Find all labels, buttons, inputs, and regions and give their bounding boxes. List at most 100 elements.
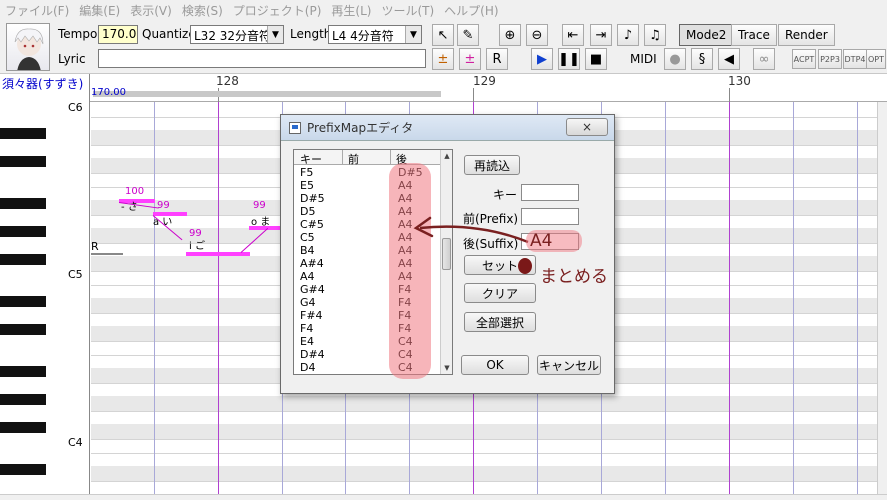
prefix-field[interactable] [521,208,579,225]
column-separator [342,150,343,165]
menu-edit[interactable]: 編集(E) [74,2,125,19]
menu-file[interactable]: ファイル(F) [0,2,74,19]
add-rest-icon[interactable]: ± [459,48,481,70]
bar-line [218,102,219,494]
key-label-c5: C5 [68,268,83,281]
cell-key: A4 [300,270,315,283]
scroll-thumb[interactable] [442,238,451,270]
horizontal-scrollbar[interactable] [0,494,887,500]
black-key[interactable] [0,464,46,475]
scroll-down-icon[interactable]: ▼ [441,362,452,374]
black-key[interactable] [0,394,46,405]
go-end-icon[interactable]: ⇥ [590,24,612,46]
pencil-tool-icon[interactable]: ✎ [457,24,479,46]
key-label-c4: C4 [68,436,83,449]
menu-search[interactable]: 検索(S) [177,2,228,19]
list-scrollbar[interactable]: ▲ ▼ [440,150,452,374]
acpt-icon[interactable]: ACPT [792,49,816,69]
ok-button[interactable]: OK [461,355,529,375]
column-prefix[interactable]: 前 [348,151,359,167]
note-forward-icon[interactable]: ♫ [644,24,666,46]
black-key[interactable] [0,254,46,265]
black-key[interactable] [0,198,46,209]
dialog-titlebar[interactable]: PrefixMapエディタ [281,115,614,141]
tempo-bar [93,91,441,97]
pause-icon[interactable]: ❚❚ [558,48,580,70]
tempo-label: Tempo [58,27,98,41]
quantize-select[interactable]: L32 32分音符 ▼ [190,25,284,44]
length-value: L4 4分音符 [332,29,394,43]
grid-row [91,480,877,494]
menu-view[interactable]: 表示(V) [125,2,177,19]
midi-record-icon[interactable]: ● [664,48,686,70]
key-field[interactable] [521,184,579,201]
column-key[interactable]: キー [300,151,322,167]
midi-step-icon[interactable]: § [691,48,713,70]
go-start-icon[interactable]: ⇤ [562,24,584,46]
cell-key: F4 [300,322,314,335]
dialog-title: PrefixMapエディタ [307,121,414,135]
suffix-field-label: 後(Suffix) [463,237,519,251]
select-all-button[interactable]: 全部選択 [464,312,536,332]
tempo-input[interactable]: 170.0 [98,25,138,44]
singer-avatar[interactable] [6,23,50,71]
timeline-ruler[interactable]: 須々器(すずき) 128 129 130 170.00 [0,74,887,102]
cell-key: E4 [300,335,314,348]
trace-button[interactable]: Trace [731,24,777,46]
length-select[interactable]: L4 4分音符 ▼ [328,25,422,44]
black-key[interactable] [0,366,46,377]
note-back-icon[interactable]: ♪ [617,24,639,46]
menu-play[interactable]: 再生(L) [326,2,376,19]
black-key[interactable] [0,422,46,433]
cell-key: G#4 [300,283,325,296]
length-label: Length [290,27,332,41]
rest-marker: R [91,240,99,253]
lyric-input[interactable] [98,49,426,68]
velocity-label: 99 [253,200,266,211]
bar-line [729,102,730,494]
key-field-label: キー [493,188,518,202]
close-button[interactable]: × [566,118,608,136]
opt-icon[interactable]: OPT [866,49,886,69]
zoom-out-icon[interactable]: ⊖ [526,24,548,46]
black-key[interactable] [0,156,46,167]
p2p3-icon[interactable]: P2P3 [818,49,842,69]
velocity-label: 100 [125,186,145,197]
play-icon[interactable]: ▶ [531,48,553,70]
menu-help[interactable]: ヘルプ(H) [439,2,503,19]
singer-name[interactable]: 須々器(すずき) [0,74,90,102]
scroll-up-icon[interactable]: ▲ [441,150,452,162]
column-separator [390,150,391,165]
quantize-label: Quantize [142,27,196,41]
measure-129: 129 [473,74,496,88]
vertical-scrollbar[interactable] [877,102,887,494]
add-note-icon[interactable]: ± [432,48,454,70]
beat-line [665,102,666,494]
speaker-icon[interactable]: ◀ [718,48,740,70]
cell-key: E5 [300,179,314,192]
clear-button[interactable]: クリア [464,283,536,303]
cell-key: G4 [300,296,316,309]
dtp4-icon[interactable]: DTP4 [843,49,867,69]
mode2-button[interactable]: Mode2 [679,24,734,46]
render-button[interactable]: Render [778,24,835,46]
velocity-label: 99 [157,200,170,211]
cancel-button[interactable]: キャンセル [537,355,601,375]
cell-key: F#4 [300,309,323,322]
piano-keyboard[interactable]: C6 C5 C4 [0,102,90,494]
black-key[interactable] [0,324,46,335]
stop-icon[interactable]: ■ [585,48,607,70]
zoom-in-icon[interactable]: ⊕ [499,24,521,46]
black-key[interactable] [0,296,46,307]
pointer-tool-icon[interactable]: ↖ [432,24,454,46]
reload-button[interactable]: 再読込 [464,155,520,175]
link-icon[interactable]: ∞ [753,48,775,70]
black-key[interactable] [0,128,46,139]
add-r-icon[interactable]: R [486,48,508,70]
menu-tools[interactable]: ツール(T) [376,2,439,19]
beat-line [793,102,794,494]
black-key[interactable] [0,226,46,237]
key-label-c6: C6 [68,102,83,114]
cell-key: D#4 [300,348,325,361]
menu-project[interactable]: プロジェクト(P) [228,2,327,19]
